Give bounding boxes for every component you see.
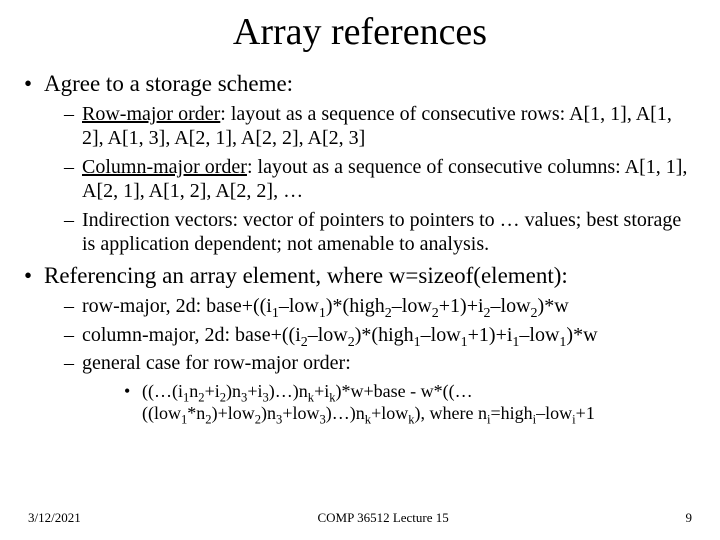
t: )n (261, 403, 276, 423)
footer-course: COMP 36512 Lecture 15 (81, 510, 686, 526)
term-underline: Row-major order (82, 103, 220, 125)
t: =high (491, 403, 533, 423)
t: )…)n (326, 403, 365, 423)
t: )*w (538, 295, 569, 317)
subsublist-general: ((…(i1n2+i2)n3+i3)…)nk+ik)*w+base - w*((… (82, 380, 696, 425)
t: +1)+i (468, 324, 513, 346)
sub: 2 (531, 306, 538, 321)
t: )*(high (326, 295, 385, 317)
t: +i (247, 381, 262, 401)
t: +low (282, 403, 319, 423)
sub: 1 (272, 306, 279, 321)
sublist-referencing: row-major, 2d: base+((i1–low1)*(high2–lo… (44, 294, 696, 424)
sub: 2 (385, 306, 392, 321)
bullet-text: Referencing an array element, where w=si… (44, 263, 568, 288)
t: +low (371, 403, 408, 423)
subsubbullet-formula: ((…(i1n2+i2)n3+i3)…)nk+ik)*w+base - w*((… (82, 380, 696, 425)
sub: 2 (348, 335, 355, 350)
t: row-major, 2d: base+((i (82, 295, 272, 317)
t: ((…(i (142, 381, 183, 401)
t: +1)+i (439, 295, 484, 317)
t: ), where n (415, 403, 487, 423)
term-underline: Column-major order (82, 156, 247, 178)
t: +1 (576, 403, 595, 423)
footer: 3/12/2021 COMP 36512 Lecture 15 9 (24, 510, 696, 526)
t: –low (392, 295, 432, 317)
bullet-referencing: Referencing an array element, where w=si… (24, 262, 696, 424)
t: –low (536, 403, 572, 423)
subbullet-indirection: Indirection vectors: vector of pointers … (44, 208, 696, 257)
subbullet-column-major: Column-major order: layout as a sequence… (44, 155, 696, 204)
subbullet-row-major-2d: row-major, 2d: base+((i1–low1)*(high2–lo… (44, 294, 696, 318)
subbullet-general-case: general case for row-major order: ((…(i1… (44, 351, 696, 424)
t: )*w (566, 324, 597, 346)
sub: 2 (484, 306, 491, 321)
bullet-text: Indirection vectors: vector of pointers … (82, 209, 681, 255)
bullet-storage-scheme: Agree to a storage scheme: Row-major ord… (24, 70, 696, 256)
t: n (189, 381, 198, 401)
subbullet-col-major-2d: column-major, 2d: base+((i2–low2)*(high1… (44, 323, 696, 347)
t: )n (226, 381, 241, 401)
footer-page: 9 (686, 510, 693, 526)
t: –low (421, 324, 461, 346)
sub: 1 (319, 306, 326, 321)
t: )*(high (355, 324, 414, 346)
subbullet-row-major: Row-major order: layout as a sequence of… (44, 102, 696, 151)
t: –low (491, 295, 531, 317)
slide-title: Array references (24, 10, 696, 54)
sublist-storage: Row-major order: layout as a sequence of… (44, 102, 696, 256)
t: *n (187, 403, 205, 423)
t: column-major, 2d: base+((i (82, 324, 301, 346)
bullet-text: Agree to a storage scheme: (44, 71, 293, 96)
sub: 2 (301, 335, 308, 350)
sub: 1 (414, 335, 421, 350)
t: )+low (212, 403, 255, 423)
bullet-text: general case for row-major order: (82, 352, 351, 374)
t: )…)n (269, 381, 308, 401)
sub: 2 (432, 306, 439, 321)
t: –low (519, 324, 559, 346)
t: +i (314, 381, 329, 401)
bullet-list: Agree to a storage scheme: Row-major ord… (24, 70, 696, 431)
t: +i (205, 381, 220, 401)
t: –low (279, 295, 319, 317)
footer-date: 3/12/2021 (28, 510, 81, 526)
sub: 1 (461, 335, 468, 350)
t: –low (308, 324, 348, 346)
slide: Array references Agree to a storage sche… (0, 0, 720, 540)
